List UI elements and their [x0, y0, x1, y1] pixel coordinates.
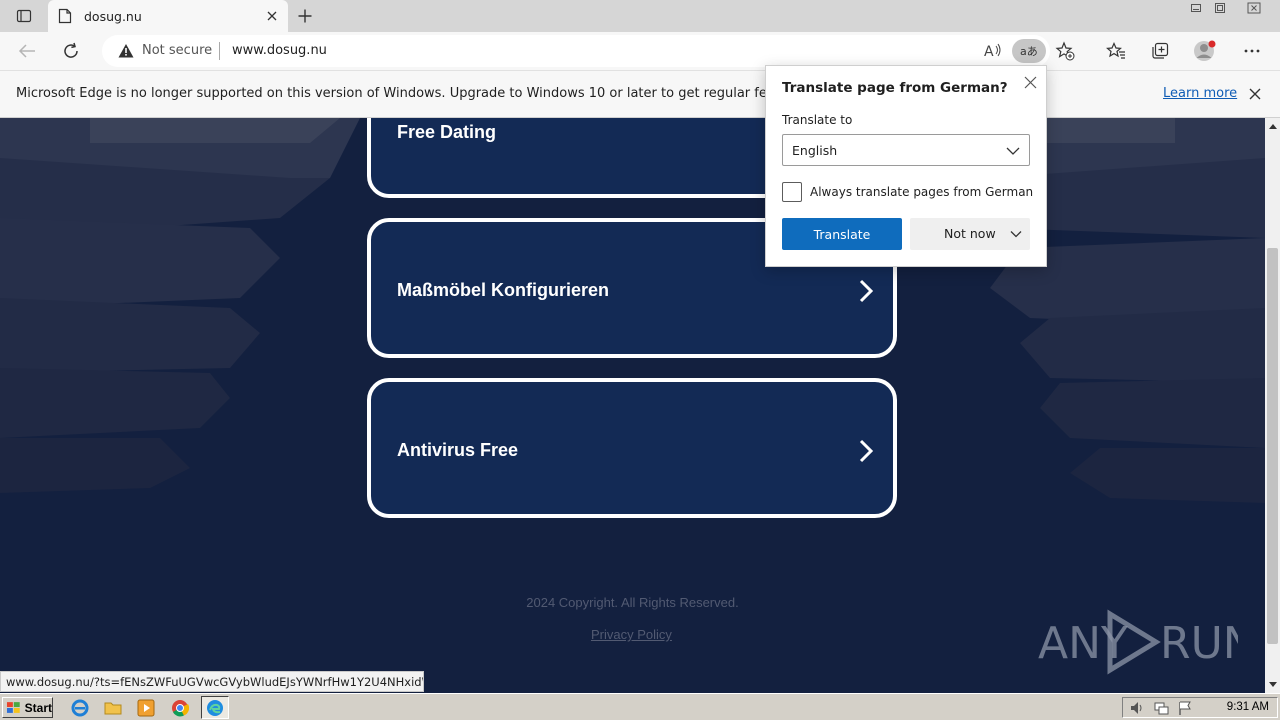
- more-icon: [1244, 49, 1260, 53]
- refresh-icon: [64, 42, 78, 58]
- translate-page-button[interactable]: aあ: [1012, 39, 1046, 63]
- title-bar: dosug.nu: [0, 0, 1280, 32]
- tab-actions-icon: [16, 9, 32, 23]
- privacy-policy-link[interactable]: Privacy Policy: [591, 627, 672, 642]
- always-translate-checkbox[interactable]: [782, 182, 802, 202]
- tab-close-button[interactable]: [264, 8, 280, 24]
- windows-flag-icon: [6, 701, 20, 713]
- infobar-message: Microsoft Edge is no longer supported on…: [16, 86, 830, 101]
- profile-button[interactable]: [1190, 36, 1220, 66]
- card-label: Maßmöbel Konfigurieren: [397, 280, 610, 300]
- web-content: Free Dating Maßmöbel Konfigurieren Antiv…: [0, 118, 1265, 693]
- media-player-icon: [137, 699, 155, 717]
- chevron-right-icon: [859, 439, 874, 463]
- collections-icon: [1152, 42, 1169, 59]
- taskbar-clock[interactable]: 9:31 AM: [1227, 701, 1269, 713]
- not-now-button[interactable]: Not now: [910, 218, 1030, 250]
- navigation-bar: Not secure www.dosug.nu A aあ: [0, 32, 1280, 70]
- close-icon: [267, 11, 277, 21]
- warning-icon[interactable]: [118, 43, 134, 59]
- add-favorite-button[interactable]: [1052, 39, 1078, 63]
- favorites-button[interactable]: [1101, 36, 1131, 66]
- read-aloud-icon: A: [984, 43, 1001, 60]
- volume-icon[interactable]: [1129, 700, 1145, 716]
- taskbar-explorer[interactable]: [103, 698, 123, 718]
- tab-title: dosug.nu: [84, 8, 142, 24]
- address-bar[interactable]: Not secure www.dosug.nu A aあ: [102, 35, 1075, 67]
- scroll-up-button[interactable]: [1265, 118, 1280, 135]
- internet-explorer-icon: [71, 699, 89, 717]
- network-icon[interactable]: [1153, 700, 1169, 716]
- card-label: Antivirus Free: [397, 440, 519, 460]
- taskbar-ie[interactable]: [70, 698, 90, 718]
- vertical-scrollbar[interactable]: [1265, 118, 1280, 693]
- tab-dosug[interactable]: dosug.nu: [48, 0, 288, 32]
- caret-up-icon: [1268, 124, 1277, 129]
- url-text[interactable]: www.dosug.nu: [232, 43, 327, 58]
- chevron-down-icon[interactable]: [1008, 226, 1024, 242]
- always-translate-label[interactable]: Always translate pages from German: [810, 185, 1033, 199]
- start-button[interactable]: Start: [2, 697, 53, 718]
- collections-button[interactable]: [1145, 36, 1175, 66]
- arrow-left-icon: [18, 44, 35, 58]
- tab-actions-button[interactable]: [8, 4, 40, 28]
- security-label[interactable]: Not secure: [142, 43, 212, 58]
- minimize-button[interactable]: [1184, 0, 1208, 16]
- svg-text:RUN: RUN: [1160, 618, 1238, 669]
- translate-button[interactable]: Translate: [782, 218, 902, 250]
- unsupported-os-infobar: Microsoft Edge is no longer supported on…: [0, 70, 1280, 118]
- status-url-tooltip: www.dosug.nu/?ts=fENsZWFuUGVwcGVybWludEJ…: [0, 671, 424, 692]
- star-plus-icon: [1055, 41, 1075, 61]
- scroll-down-button[interactable]: [1265, 676, 1280, 693]
- target-language-value: English: [792, 143, 838, 158]
- translate-popup-title: Translate page from German?: [782, 80, 1008, 96]
- page-icon: [58, 8, 72, 24]
- folder-icon: [104, 702, 122, 715]
- translate-to-label: Translate to: [782, 113, 853, 127]
- restore-button[interactable]: [1208, 0, 1232, 16]
- translate-popup-close-button[interactable]: [1021, 73, 1039, 91]
- close-icon: [1249, 88, 1261, 100]
- card-label: Free Dating: [397, 122, 497, 142]
- card-antivirus-free[interactable]: Antivirus Free: [367, 378, 897, 518]
- close-window-button[interactable]: [1240, 0, 1268, 16]
- taskbar-edge[interactable]: [205, 698, 225, 718]
- taskbar-chrome[interactable]: [170, 698, 190, 718]
- taskbar: Start 9:31 AM: [0, 693, 1280, 720]
- refresh-button[interactable]: [56, 36, 86, 66]
- chevron-down-icon: [1006, 147, 1020, 155]
- plus-icon: [298, 9, 312, 23]
- scroll-thumb[interactable]: [1267, 248, 1278, 644]
- action-center-flag-icon[interactable]: [1177, 700, 1193, 716]
- infobar-close-button[interactable]: [1246, 85, 1264, 103]
- new-tab-button[interactable]: [292, 4, 318, 28]
- address-divider: [219, 42, 220, 60]
- avatar-icon: [1194, 40, 1216, 61]
- learn-more-link[interactable]: Learn more: [1163, 86, 1237, 101]
- read-aloud-button[interactable]: A: [980, 39, 1006, 63]
- close-window-icon: [1247, 2, 1261, 14]
- not-now-label: Not now: [944, 226, 996, 241]
- target-language-select[interactable]: English: [782, 134, 1030, 166]
- chrome-icon: [172, 700, 189, 717]
- translate-popup: Translate page from German? Translate to…: [765, 65, 1047, 267]
- restore-icon: [1215, 3, 1225, 13]
- close-icon: [1024, 76, 1036, 88]
- start-label: Start: [24, 700, 52, 715]
- favorites-icon: [1106, 42, 1125, 59]
- settings-more-button[interactable]: [1237, 36, 1267, 66]
- anyrun-watermark-logo: ANY RUN: [1038, 609, 1238, 675]
- back-button[interactable]: [12, 36, 42, 66]
- svg-text:ANY: ANY: [1038, 618, 1128, 669]
- svg-text:A: A: [984, 44, 994, 60]
- minimize-icon: [1191, 4, 1201, 12]
- caret-down-icon: [1268, 682, 1277, 687]
- chevron-right-icon: [859, 279, 874, 303]
- system-tray: 9:31 AM: [1122, 697, 1278, 718]
- svg-text:aあ: aあ: [1020, 45, 1038, 58]
- taskbar-media-player[interactable]: [136, 698, 156, 718]
- edge-icon: [207, 700, 223, 716]
- translate-icon: aあ: [1020, 45, 1038, 58]
